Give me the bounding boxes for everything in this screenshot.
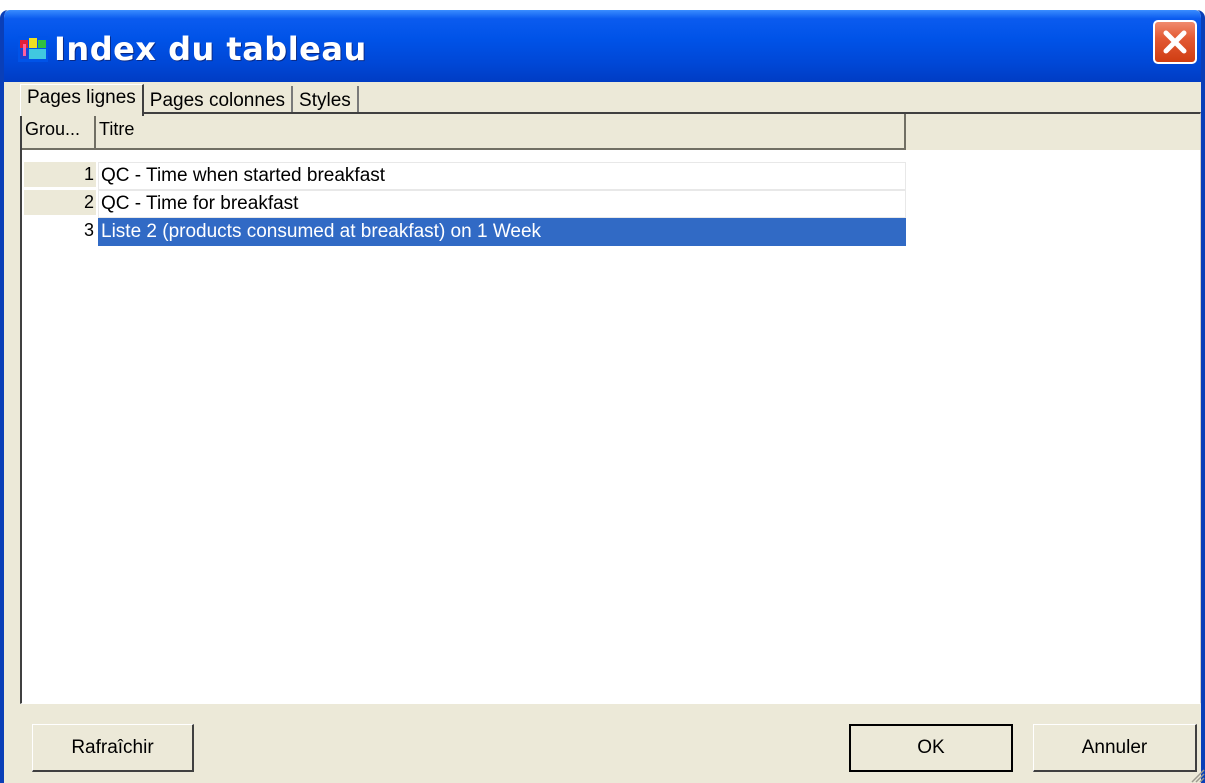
ok-button[interactable]: OK [849, 724, 1013, 772]
grid-header: Grou... Titre [22, 114, 1200, 150]
close-icon [1163, 30, 1187, 54]
row-title-cell[interactable]: QC - Time for breakfast [98, 190, 906, 218]
column-header-title[interactable]: Titre [96, 114, 906, 150]
column-header-group[interactable]: Grou... [22, 114, 96, 150]
row-title-cell[interactable]: QC - Time when started breakfast [98, 162, 906, 190]
close-button[interactable] [1153, 20, 1197, 64]
index-grid[interactable]: Grou... Titre 1 QC - Time when started b… [20, 112, 1201, 704]
row-title-cell-selected[interactable]: Liste 2 (products consumed at breakfast)… [98, 218, 906, 246]
row-group-cell: 1 [24, 162, 96, 188]
resize-grip-icon[interactable] [1187, 765, 1205, 783]
window-title: Index du tableau [54, 30, 367, 68]
cancel-button[interactable]: Annuler [1033, 724, 1197, 772]
row-group-cell: 3 [24, 218, 96, 244]
refresh-button[interactable]: Rafraîchir [32, 724, 194, 772]
row-group-cell: 2 [24, 190, 96, 216]
table-index-icon [18, 36, 48, 62]
tab-pages-lignes[interactable]: Pages lignes [20, 84, 144, 116]
title-bar[interactable]: Index du tableau [4, 10, 1201, 82]
